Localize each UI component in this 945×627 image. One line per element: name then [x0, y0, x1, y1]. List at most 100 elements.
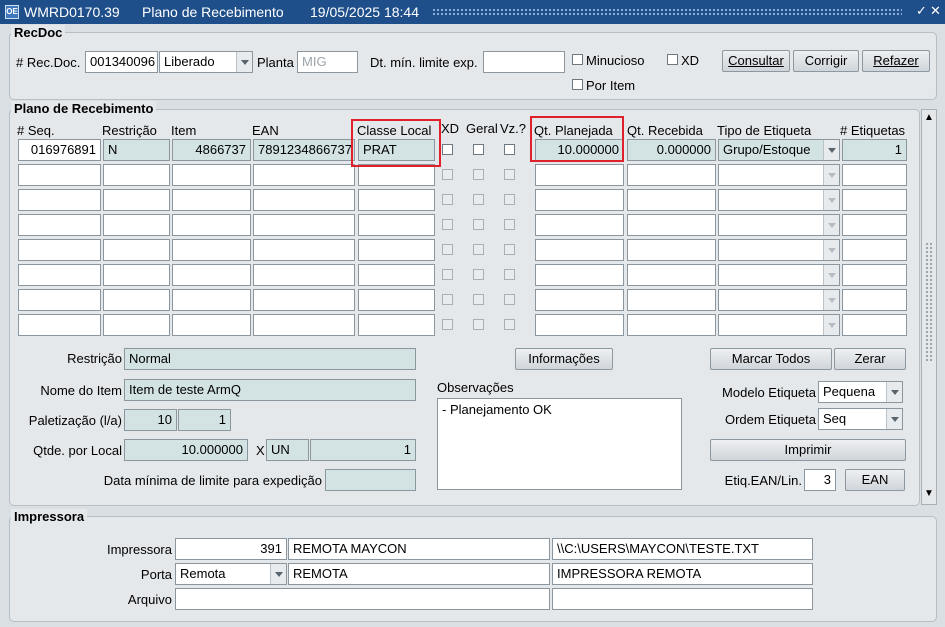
row-ean-cell[interactable]	[253, 189, 355, 211]
row-seq-cell[interactable]	[18, 189, 101, 211]
row-restricao-cell[interactable]: N	[103, 139, 170, 161]
row-restricao-cell[interactable]	[103, 289, 170, 311]
row-item-cell[interactable]	[172, 214, 251, 236]
row-item-cell[interactable]	[172, 264, 251, 286]
row-ean-cell[interactable]	[253, 214, 355, 236]
row-etiquetas-cell[interactable]	[842, 264, 907, 286]
impressora-path-field[interactable]: \\C:\USERS\MAYCON\TESTE.TXT	[552, 538, 813, 560]
row-qt-recebida-cell[interactable]	[627, 164, 716, 186]
row-ean-cell[interactable]	[253, 164, 355, 186]
rec-doc-input[interactable]: 001340096	[85, 51, 158, 73]
row-tipo-etiqueta-cell[interactable]: Grupo/Estoque	[718, 139, 840, 161]
porta-desc-field[interactable]: IMPRESSORA REMOTA	[552, 563, 813, 585]
row-tipo-etiqueta-cell[interactable]	[718, 239, 840, 261]
row-qt-planejada-cell[interactable]	[535, 239, 624, 261]
dt-min-input[interactable]	[483, 51, 565, 73]
arquivo-input[interactable]	[175, 588, 550, 610]
row-geral-checkbox[interactable]	[473, 144, 484, 155]
row-seq-cell[interactable]	[18, 214, 101, 236]
row-xd-checkbox[interactable]	[442, 144, 453, 155]
row-qt-planejada-cell[interactable]	[535, 214, 624, 236]
row-ean-cell[interactable]	[253, 239, 355, 261]
row-seq-cell[interactable]	[18, 289, 101, 311]
row-restricao-cell[interactable]	[103, 239, 170, 261]
consultar-button[interactable]: Consultar	[722, 50, 790, 72]
row-item-cell[interactable]	[172, 314, 251, 336]
row-qt-planejada-cell[interactable]	[535, 264, 624, 286]
row-ean-cell[interactable]	[253, 314, 355, 336]
row-tipo-etiqueta-cell[interactable]	[718, 289, 840, 311]
row-item-cell[interactable]: 4866737	[172, 139, 251, 161]
row-qt-planejada-cell[interactable]	[535, 314, 624, 336]
row-restricao-cell[interactable]	[103, 214, 170, 236]
row-qt-planejada-cell[interactable]	[535, 164, 624, 186]
row-vz-checkbox[interactable]	[504, 144, 515, 155]
row-classe-local-cell[interactable]	[358, 289, 435, 311]
minucioso-checkbox[interactable]	[572, 54, 583, 65]
imprimir-button[interactable]: Imprimir	[710, 439, 906, 461]
row-etiquetas-cell[interactable]	[842, 164, 907, 186]
row-tipo-etiqueta-cell[interactable]	[718, 264, 840, 286]
row-item-cell[interactable]	[172, 164, 251, 186]
row-tipo-etiqueta-cell[interactable]	[718, 214, 840, 236]
xd-checkbox[interactable]	[667, 54, 678, 65]
refazer-button[interactable]: Refazer	[862, 50, 930, 72]
row-restricao-cell[interactable]	[103, 314, 170, 336]
informacoes-button[interactable]: Informações	[515, 348, 613, 370]
porta-name-field[interactable]: REMOTA	[288, 563, 550, 585]
row-qt-recebida-cell[interactable]	[627, 189, 716, 211]
row-classe-local-cell[interactable]	[358, 314, 435, 336]
row-classe-local-cell[interactable]	[358, 189, 435, 211]
etiq-ean-input[interactable]: 3	[804, 469, 836, 491]
scroll-down-icon[interactable]: ▼	[923, 488, 935, 502]
scroll-thumb[interactable]	[925, 242, 933, 362]
arquivo-extra-field[interactable]	[552, 588, 813, 610]
ean-button[interactable]: EAN	[845, 469, 905, 491]
row-qt-recebida-cell[interactable]	[627, 264, 716, 286]
corrigir-button[interactable]: Corrigir	[793, 50, 859, 72]
row-etiquetas-cell[interactable]	[842, 289, 907, 311]
row-qt-recebida-cell[interactable]: 0.000000	[627, 139, 716, 161]
impressora-code-input[interactable]: 391	[175, 538, 287, 560]
row-tipo-etiqueta-cell[interactable]	[718, 314, 840, 336]
row-qt-planejada-cell[interactable]	[535, 189, 624, 211]
row-restricao-cell[interactable]	[103, 164, 170, 186]
row-ean-cell[interactable]	[253, 264, 355, 286]
row-etiquetas-cell[interactable]	[842, 214, 907, 236]
observacoes-textarea[interactable]: - Planejamento OK	[437, 398, 682, 490]
close-icon[interactable]: ✕	[930, 3, 941, 19]
modelo-etiqueta-select[interactable]: Pequena	[818, 381, 903, 403]
row-qt-recebida-cell[interactable]	[627, 289, 716, 311]
marcar-todos-button[interactable]: Marcar Todos	[710, 348, 832, 370]
scroll-up-icon[interactable]: ▲	[923, 112, 935, 126]
status-select[interactable]: Liberado	[159, 51, 253, 73]
row-etiquetas-cell[interactable]	[842, 239, 907, 261]
row-qt-recebida-cell[interactable]	[627, 314, 716, 336]
row-seq-cell[interactable]	[18, 239, 101, 261]
row-classe-local-cell[interactable]	[358, 164, 435, 186]
row-tipo-etiqueta-cell[interactable]	[718, 164, 840, 186]
row-restricao-cell[interactable]	[103, 189, 170, 211]
row-classe-local-cell[interactable]	[358, 239, 435, 261]
row-etiquetas-cell[interactable]	[842, 189, 907, 211]
row-qt-recebida-cell[interactable]	[627, 214, 716, 236]
vertical-scrollbar[interactable]: ▲ ▼	[921, 109, 937, 505]
row-qt-recebida-cell[interactable]	[627, 239, 716, 261]
row-ean-cell[interactable]: 7891234866737	[253, 139, 355, 161]
planta-input[interactable]: MIG	[297, 51, 358, 73]
por-item-checkbox[interactable]	[572, 79, 583, 90]
row-classe-local-cell[interactable]	[358, 214, 435, 236]
row-seq-cell[interactable]	[18, 164, 101, 186]
row-tipo-etiqueta-cell[interactable]	[718, 189, 840, 211]
minimize-icon[interactable]: ✓	[916, 3, 927, 19]
row-seq-cell[interactable]: 016976891	[18, 139, 101, 161]
row-etiquetas-cell[interactable]	[842, 314, 907, 336]
row-ean-cell[interactable]	[253, 289, 355, 311]
row-restricao-cell[interactable]	[103, 264, 170, 286]
impressora-name-field[interactable]: REMOTA MAYCON	[288, 538, 550, 560]
row-etiquetas-cell[interactable]: 1	[842, 139, 907, 161]
zerar-button[interactable]: Zerar	[834, 348, 906, 370]
ordem-etiqueta-select[interactable]: Seq	[818, 408, 903, 430]
row-item-cell[interactable]	[172, 289, 251, 311]
row-item-cell[interactable]	[172, 189, 251, 211]
